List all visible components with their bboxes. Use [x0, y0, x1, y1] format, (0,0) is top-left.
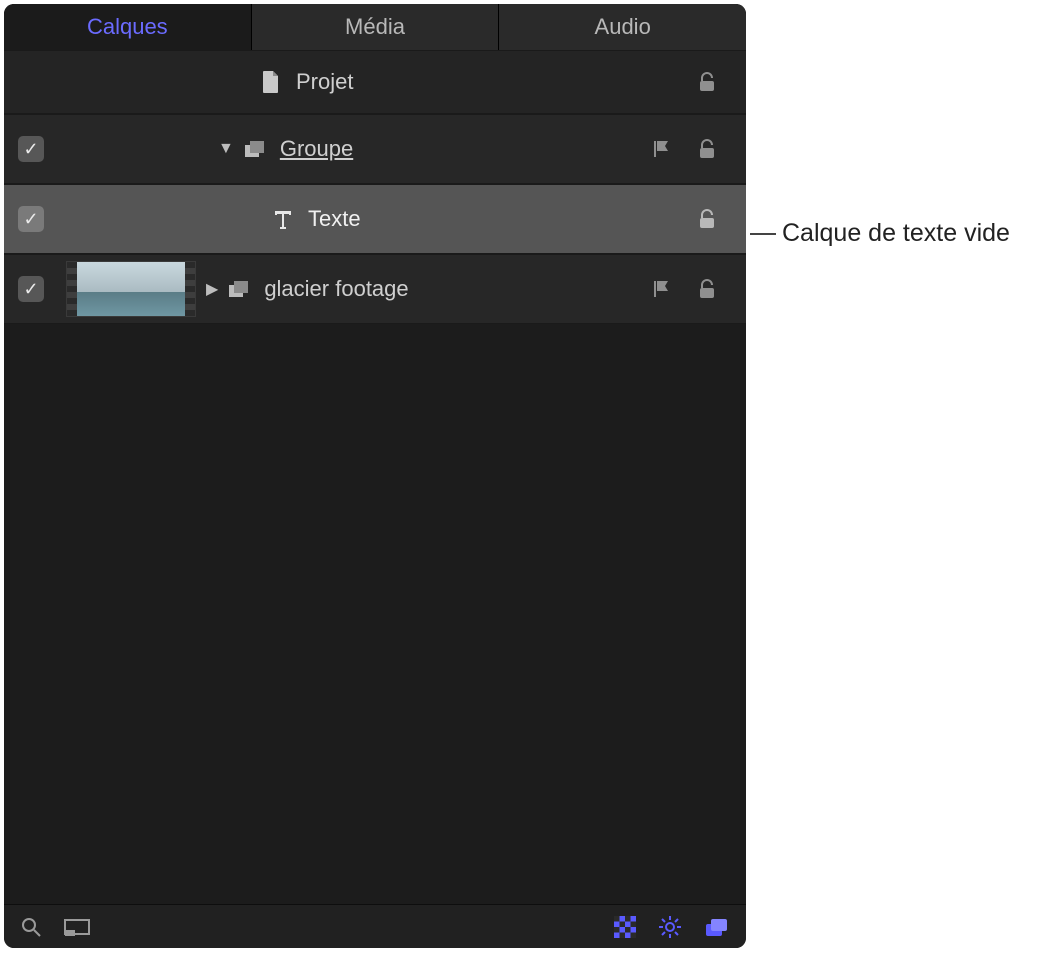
layers-icon [226, 277, 252, 301]
row-project[interactable]: Projet [4, 50, 746, 114]
glacier-disclosure[interactable]: ▶ [206, 279, 218, 299]
group-checkbox[interactable]: ✓ [18, 136, 44, 162]
callout-line [750, 233, 776, 235]
text-tool-icon [270, 207, 296, 231]
flag-icon[interactable] [648, 137, 674, 161]
glacier-thumbnail [66, 261, 196, 317]
group-label: Groupe [280, 136, 353, 162]
project-label: Projet [296, 69, 353, 95]
layers-panel: Calques Média Audio Projet ✓ ▼ [4, 4, 746, 948]
group-disclosure[interactable]: ▼ [218, 140, 234, 158]
bottom-toolbar [4, 904, 746, 948]
lock-icon[interactable] [694, 207, 720, 231]
tab-media[interactable]: Média [252, 4, 500, 50]
tab-media-label: Média [345, 14, 405, 40]
row-text[interactable]: ✓ Texte [4, 184, 746, 254]
tab-layers-label: Calques [87, 14, 168, 40]
text-label: Texte [308, 206, 361, 232]
stack-icon[interactable] [704, 916, 730, 938]
tab-audio[interactable]: Audio [499, 4, 746, 50]
layer-list: Projet ✓ ▼ Groupe [4, 50, 746, 904]
layers-icon [242, 137, 268, 161]
row-glacier[interactable]: ✓ ▶ glacier footage [4, 254, 746, 324]
tab-bar: Calques Média Audio [4, 4, 746, 50]
glacier-checkbox[interactable]: ✓ [18, 276, 44, 302]
glacier-label: glacier footage [264, 276, 408, 302]
frame-icon[interactable] [64, 917, 90, 937]
tab-layers[interactable]: Calques [4, 4, 252, 50]
lock-icon[interactable] [694, 70, 720, 94]
flag-icon[interactable] [648, 277, 674, 301]
callout-annotation: Calque de texte vide [750, 219, 1010, 248]
lock-icon[interactable] [694, 137, 720, 161]
gear-icon[interactable] [658, 915, 682, 939]
row-group[interactable]: ✓ ▼ Groupe [4, 114, 746, 184]
lock-icon[interactable] [694, 277, 720, 301]
empty-area [4, 324, 746, 904]
tab-audio-label: Audio [595, 14, 651, 40]
document-icon [258, 70, 284, 94]
checker-icon[interactable] [614, 916, 636, 938]
text-checkbox[interactable]: ✓ [18, 206, 44, 232]
callout-text: Calque de texte vide [782, 219, 1010, 248]
search-icon[interactable] [20, 916, 42, 938]
